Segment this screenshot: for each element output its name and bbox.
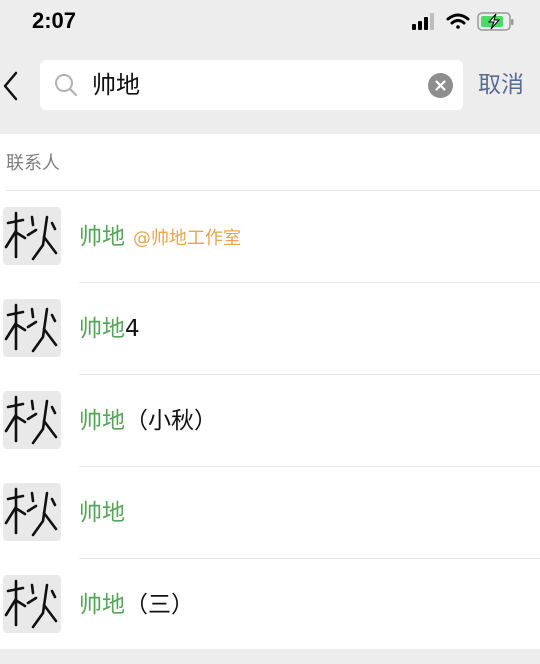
search-results: 联系人 帅地 @帅地工作室 帅地4 帅地（小秋） 帅地 帅地（三）	[0, 134, 540, 649]
contact-name: 帅地（三）	[79, 589, 194, 621]
avatar	[3, 207, 61, 265]
name-rest: （小秋）	[125, 408, 217, 434]
contact-name: 帅地 @帅地工作室	[79, 221, 241, 255]
name-rest: 4	[125, 316, 140, 342]
contact-row[interactable]: 帅地 @帅地工作室	[0, 191, 540, 283]
wifi-icon	[446, 13, 470, 29]
name-rest: （三）	[125, 592, 194, 618]
name-match: 帅地	[79, 592, 125, 618]
contact-name: 帅地4	[79, 313, 140, 345]
name-match: 帅地	[79, 316, 125, 342]
contact-row[interactable]: 帅地（三）	[0, 559, 540, 651]
contact-row[interactable]: 帅地（小秋）	[0, 375, 540, 467]
signal-icon	[412, 13, 434, 30]
contact-org: @帅地工作室	[133, 228, 241, 249]
status-time: 2:07	[32, 8, 77, 33]
search-query: 帅地	[92, 71, 140, 99]
contact-row[interactable]: 帅地	[0, 467, 540, 559]
contact-name: 帅地	[79, 497, 125, 529]
contact-name: 帅地（小秋）	[79, 405, 217, 437]
avatar	[3, 483, 61, 541]
section-title: 联系人	[6, 153, 60, 174]
search-input[interactable]: 帅地	[40, 60, 463, 110]
status-icons	[412, 10, 522, 34]
name-match: 帅地	[79, 408, 125, 434]
contact-row[interactable]: 帅地4	[0, 283, 540, 375]
name-match: 帅地	[79, 224, 125, 250]
search-icon	[55, 74, 78, 97]
name-match: 帅地	[79, 500, 125, 526]
status-bar: 2:07	[0, 0, 540, 46]
battery-charging-icon	[477, 12, 514, 31]
cancel-button[interactable]: 取消	[478, 69, 524, 101]
back-button[interactable]	[0, 64, 30, 108]
clear-icon[interactable]	[428, 73, 453, 98]
avatar	[3, 391, 61, 449]
avatar	[3, 299, 61, 357]
chevron-left-icon	[3, 71, 18, 101]
avatar	[3, 575, 61, 633]
